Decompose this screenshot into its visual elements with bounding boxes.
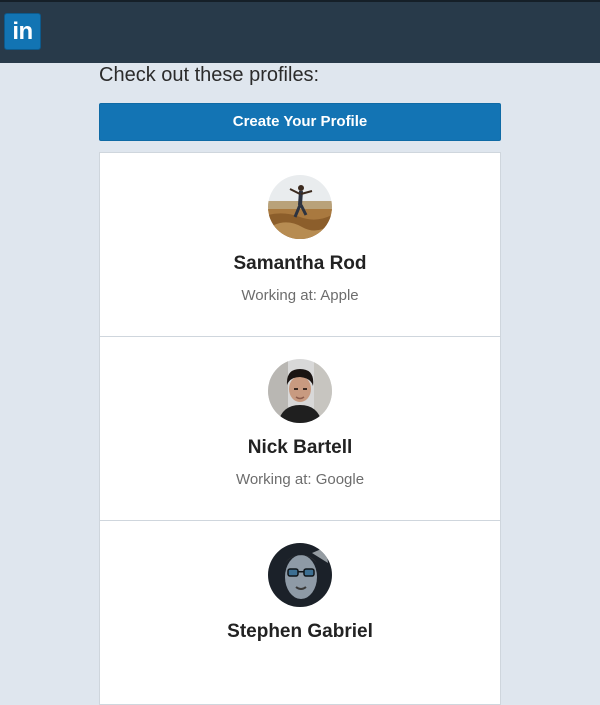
profile-name[interactable]: Stephen Gabriel — [100, 621, 500, 643]
profile-name[interactable]: Samantha Rod — [100, 253, 500, 275]
page-heading: Check out these profiles: — [99, 64, 320, 86]
profile-workplace: Working at: Google — [235, 471, 365, 488]
avatar[interactable] — [268, 175, 332, 239]
linkedin-logo-icon[interactable]: in — [4, 13, 41, 50]
avatar[interactable] — [268, 359, 332, 423]
top-navigation-bar: in — [0, 0, 600, 63]
face-with-glasses-photo-icon — [268, 543, 332, 607]
profile-card[interactable]: Nick Bartell Working at: Google — [99, 336, 501, 521]
profile-card[interactable]: Stephen Gabriel — [99, 520, 501, 705]
profile-workplace: Working at: Apple — [241, 287, 359, 304]
profile-name[interactable]: Nick Bartell — [100, 437, 500, 459]
person-jumping-photo-icon — [268, 175, 332, 239]
create-profile-button[interactable]: Create Your Profile — [99, 103, 501, 141]
avatar[interactable] — [268, 543, 332, 607]
profile-card[interactable]: Samantha Rod Working at: Apple — [99, 152, 501, 337]
main-content: Check out these profiles: Create Your Pr… — [99, 63, 501, 705]
man-portrait-photo-icon — [268, 359, 332, 423]
profile-list: Samantha Rod Working at: Apple Nick Bart… — [99, 152, 501, 705]
